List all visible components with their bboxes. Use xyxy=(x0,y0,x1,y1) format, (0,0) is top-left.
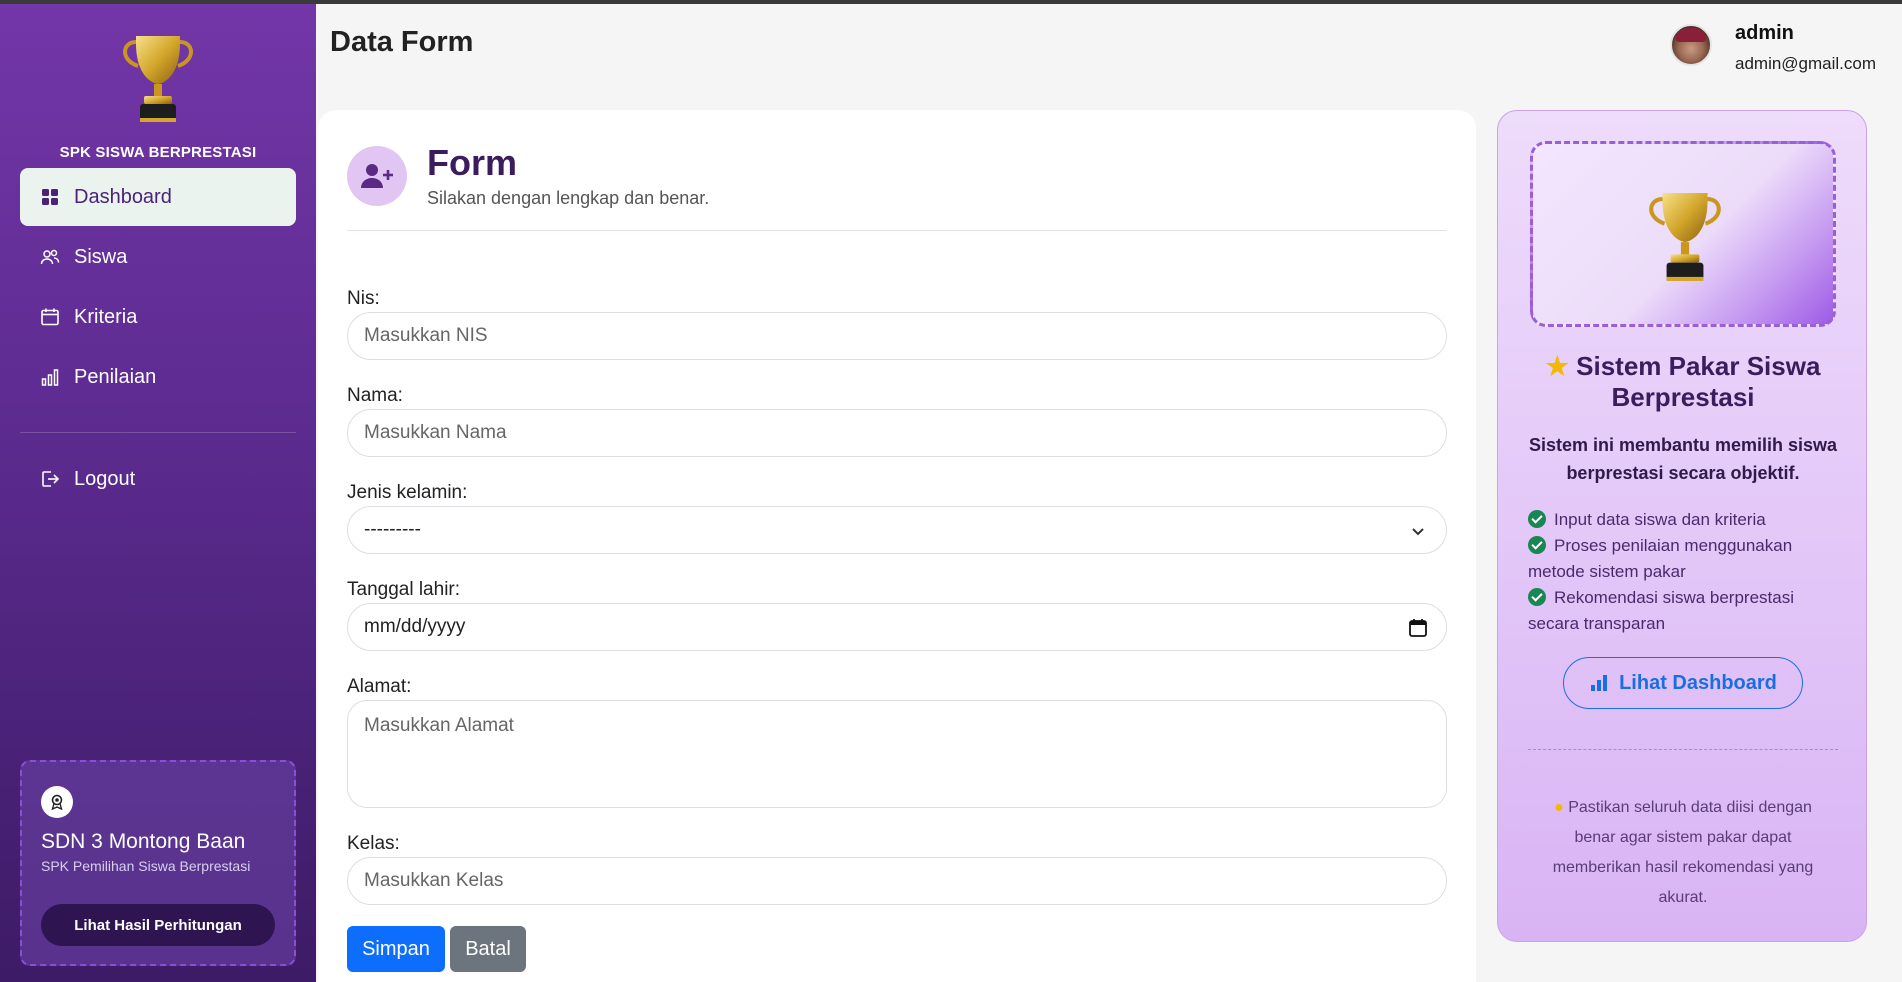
tanggal-lahir-value: mm/dd/yyyy xyxy=(364,616,466,637)
info-note-text: Pastikan seluruh data diisi dengan benar… xyxy=(1552,799,1814,906)
info-title: ★ Sistem Pakar Siswa Berprestasi xyxy=(1518,351,1848,413)
sidebar-item-label: Penilaian xyxy=(74,365,157,388)
bar-chart-icon xyxy=(1591,675,1608,691)
list-item: Proses penilaian menggunakan metode sist… xyxy=(1528,533,1838,585)
calendar-picker-icon[interactable] xyxy=(1408,618,1428,638)
info-description: Sistem ini membantu memilih siswa berpre… xyxy=(1528,435,1838,483)
calendar-icon xyxy=(41,308,59,326)
sidebar-item-kriteria[interactable]: Kriteria xyxy=(20,288,296,346)
school-name-rest: Montong Baan xyxy=(102,830,246,853)
trophy-icon xyxy=(1649,192,1721,281)
view-dashboard-button[interactable]: Lihat Dashboard xyxy=(1563,657,1803,709)
nama-input[interactable]: Masukkan Nama xyxy=(347,409,1447,457)
user-email: admin@gmail.com xyxy=(1735,54,1877,73)
lightbulb-icon: ● xyxy=(1554,799,1569,816)
view-results-button[interactable]: Lihat Hasil Perhitungan xyxy=(41,904,275,946)
school-name-bold: SDN 3 xyxy=(41,830,103,853)
users-icon xyxy=(40,249,60,265)
school-name: SDN 3 Montong Baan xyxy=(41,830,245,854)
tanggal-lahir-input[interactable]: mm/dd/yyyy xyxy=(347,603,1447,651)
trophy-logo-icon xyxy=(123,36,193,122)
alamat-textarea[interactable]: Masukkan Alamat xyxy=(347,700,1447,808)
brand-title: SPK SISWA BERPRESTASI xyxy=(59,144,257,161)
sidebar-item-logout[interactable]: Logout xyxy=(20,450,296,508)
list-item: Input data siswa dan kriteria xyxy=(1528,507,1838,533)
user-name: admin xyxy=(1735,22,1794,44)
nama-label: Nama: xyxy=(347,385,403,406)
list-item: Rekomendasi siswa berprestasi secara tra… xyxy=(1528,585,1838,637)
sidebar-item-label: Kriteria xyxy=(74,305,138,328)
sidebar-item-siswa[interactable]: Siswa xyxy=(20,228,296,286)
add-user-icon xyxy=(347,146,407,206)
panel-divider xyxy=(1528,749,1838,750)
bar-chart-icon xyxy=(41,369,59,386)
trophy-box xyxy=(1530,141,1836,327)
grid-icon xyxy=(42,189,58,205)
sidebar-divider xyxy=(20,432,296,433)
alamat-placeholder: Masukkan Alamat xyxy=(364,715,514,736)
jenis-kelamin-label: Jenis kelamin: xyxy=(347,482,468,503)
jenis-kelamin-value: --------- xyxy=(364,519,421,540)
page-title: Data Form xyxy=(330,26,474,58)
cancel-button[interactable]: Batal xyxy=(450,926,526,972)
logout-icon xyxy=(42,471,60,487)
feature-list: Input data siswa dan kriteria Proses pen… xyxy=(1528,507,1838,637)
info-note: ● Pastikan seluruh data diisi dengan ben… xyxy=(1540,793,1826,913)
feature-text: Rekomendasi siswa berprestasi secara tra… xyxy=(1528,588,1794,633)
kelas-placeholder: Masukkan Kelas xyxy=(364,870,504,891)
form-card: Form Silakan dengan lengkap dan benar. N… xyxy=(318,110,1476,982)
nis-input[interactable]: Masukkan NIS xyxy=(347,312,1447,360)
sidebar-item-dashboard[interactable]: Dashboard xyxy=(20,168,296,226)
check-circle-icon xyxy=(1528,536,1546,554)
info-panel: ★ Sistem Pakar Siswa Berprestasi Sistem … xyxy=(1497,110,1867,942)
info-title-text: Sistem Pakar Siswa Berprestasi xyxy=(1576,351,1821,412)
sidebar: SPK SISWA BERPRESTASI Dashboard Siswa Kr… xyxy=(0,4,316,982)
alamat-label: Alamat: xyxy=(347,676,412,697)
school-card: SDN 3 Montong Baan SPK Pemilihan Siswa B… xyxy=(20,760,296,966)
avatar[interactable] xyxy=(1670,24,1712,66)
feature-text: Proses penilaian menggunakan metode sist… xyxy=(1528,536,1793,581)
view-dashboard-label: Lihat Dashboard xyxy=(1619,671,1777,694)
tanggal-lahir-label: Tanggal lahir: xyxy=(347,579,461,600)
jenis-kelamin-select[interactable]: --------- xyxy=(347,506,1447,554)
kelas-input[interactable]: Masukkan Kelas xyxy=(347,857,1447,905)
sidebar-item-label: Siswa xyxy=(74,245,128,268)
nama-placeholder: Masukkan Nama xyxy=(364,422,507,443)
form-divider xyxy=(347,230,1447,231)
star-icon: ★ xyxy=(1545,351,1577,381)
school-subtitle: SPK Pemilihan Siswa Berprestasi xyxy=(41,858,251,874)
chevron-down-icon xyxy=(1412,528,1424,536)
sidebar-item-penilaian[interactable]: Penilaian xyxy=(20,348,296,406)
form-subheading: Silakan dengan lengkap dan benar. xyxy=(427,188,710,208)
check-circle-icon xyxy=(1528,510,1546,528)
sidebar-item-label: Logout xyxy=(74,467,136,490)
nis-placeholder: Masukkan NIS xyxy=(364,325,488,346)
save-button[interactable]: Simpan xyxy=(347,926,445,972)
feature-text: Input data siswa dan kriteria xyxy=(1554,510,1766,529)
sidebar-item-label: Dashboard xyxy=(74,185,172,208)
form-heading: Form xyxy=(427,142,517,183)
nis-label: Nis: xyxy=(347,288,380,309)
award-icon xyxy=(41,786,73,818)
kelas-label: Kelas: xyxy=(347,833,400,854)
check-circle-icon xyxy=(1528,588,1546,606)
